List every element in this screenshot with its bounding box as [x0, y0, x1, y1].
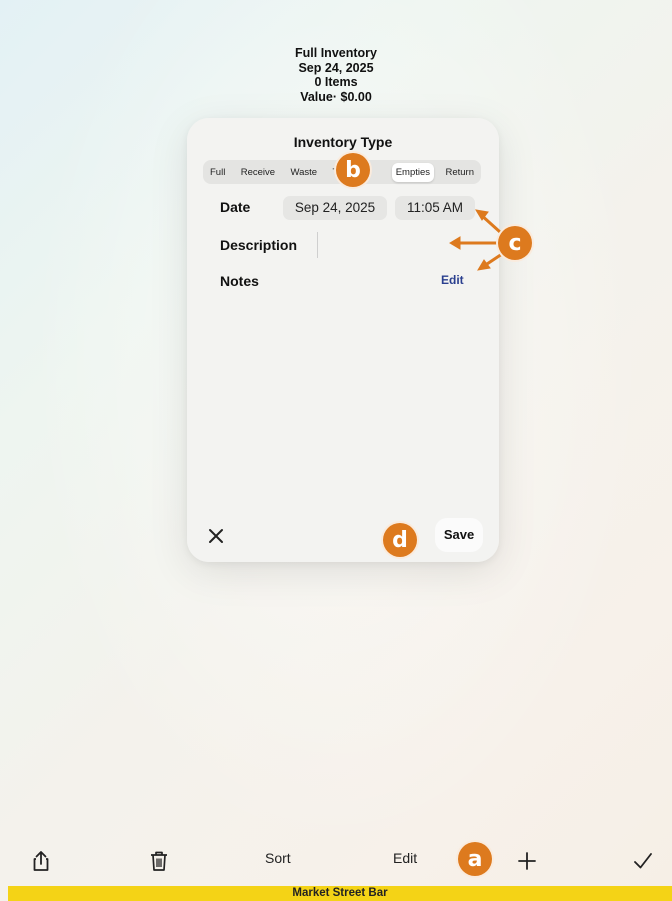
annotation-badge-b: b [334, 151, 372, 189]
date-picker[interactable]: Sep 24, 2025 [283, 196, 387, 220]
type-option-full[interactable]: Full [206, 163, 229, 182]
inventory-title: Full Inventory [295, 46, 377, 60]
date-label: Date [220, 199, 251, 215]
annotation-badge-d: d [381, 521, 419, 559]
bottom-toolbar: Sort Edit [0, 840, 672, 886]
time-picker[interactable]: 11:05 AM [395, 196, 475, 220]
description-label: Description [220, 237, 298, 253]
venue-bar: Market Street Bar [8, 886, 672, 901]
inventory-summary: Full Inventory Sep 24, 2025 0 Items Valu… [236, 46, 436, 104]
trash-icon[interactable] [146, 848, 172, 874]
type-option-empties[interactable]: Empties [391, 162, 435, 182]
sort-button[interactable]: Sort [265, 850, 291, 866]
inventory-item-count: 0 Items [314, 75, 358, 89]
sheet-title: Inventory Type [293, 134, 393, 150]
description-field[interactable] [317, 232, 462, 258]
type-option-receive[interactable]: Receive [237, 163, 279, 182]
venue-name: Market Street Bar [292, 887, 388, 899]
inventory-date: Sep 24, 2025 [298, 60, 374, 75]
notes-edit-link[interactable]: Edit [441, 273, 464, 287]
type-option-return[interactable]: Return [441, 163, 478, 182]
edit-button[interactable]: Edit [393, 850, 417, 866]
type-option-waste[interactable]: Waste [286, 163, 321, 182]
close-icon[interactable] [203, 523, 229, 549]
save-button[interactable]: Save [435, 518, 483, 552]
inventory-value: Value· $0.00 [300, 89, 372, 104]
annotation-badge-c: c [496, 224, 534, 262]
checkmark-icon[interactable] [630, 848, 656, 874]
share-icon[interactable] [28, 848, 54, 874]
notes-label: Notes [220, 273, 259, 289]
plus-icon[interactable] [514, 848, 540, 874]
